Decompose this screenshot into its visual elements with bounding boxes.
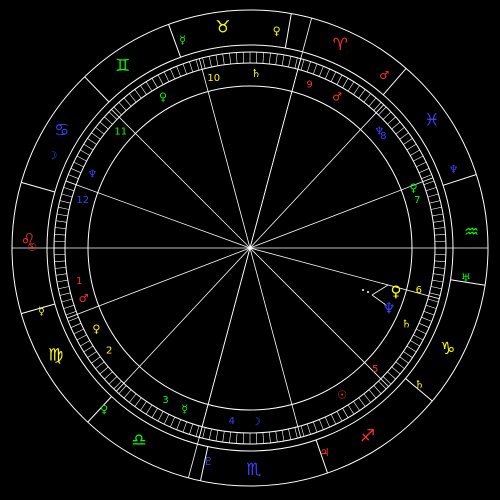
house-7-label: 7 [414, 195, 420, 206]
sign-ruler-glyph: ☉ [27, 241, 37, 254]
chart-background [0, 0, 500, 500]
house-4-label: 4 [229, 416, 235, 427]
planet-pointer-dot [367, 291, 369, 293]
sign-ruler-glyph: ♇ [203, 455, 213, 468]
zodiac-sign-cancer-glyph: ♋ [54, 120, 69, 140]
house-ruler-glyph: ☿ [181, 402, 188, 415]
zodiac-sign-virgo-glyph: ♍ [48, 346, 63, 366]
house-2-label: 2 [106, 345, 112, 356]
zodiac-sign-sagittarius-glyph: ♐ [360, 426, 375, 446]
house-10-label: 10 [207, 73, 220, 84]
house-ruler-glyph: ♂ [332, 90, 342, 103]
sign-ruler-glyph: ♃ [320, 446, 330, 459]
house-ruler-glyph: ♀ [159, 90, 167, 103]
zodiac-sign-capricorn-glyph: ♑ [440, 339, 455, 359]
house-5-label: 5 [372, 364, 378, 375]
sign-ruler-glyph: ♂ [379, 69, 389, 82]
planet-neptune-glyph: ♆ [382, 300, 395, 318]
zodiac-sign-gemini-glyph: ♊ [115, 56, 130, 76]
house-9-label: 9 [306, 80, 312, 91]
zodiac-sign-scorpio-glyph: ♏ [246, 460, 261, 480]
house-ruler-glyph: ♂ [79, 292, 89, 305]
house-12-label: 12 [76, 195, 89, 206]
sign-ruler-glyph: ☽ [47, 149, 57, 162]
zodiac-sign-taurus-glyph: ♉ [215, 18, 230, 38]
zodiac-sign-libra-glyph: ♎ [131, 430, 146, 450]
house-ruler-glyph: ☉ [337, 389, 347, 402]
house-ruler-glyph: ♆ [374, 125, 384, 138]
planet-pointer-dot [362, 289, 364, 291]
house-6-label: 6 [416, 285, 422, 296]
natal-chart-wheel: ♉♈♓♒♑♐♏♎♍♌♋♊ ♀♂♆♅♄♃♇♀☿☉☽☿ 12345678910111… [0, 0, 500, 500]
sign-ruler-glyph: ♆ [449, 163, 459, 176]
sign-ruler-glyph: ♅ [461, 271, 471, 284]
house-ruler-glyph: ♆ [87, 168, 97, 181]
zodiac-sign-pisces-glyph: ♓ [424, 111, 439, 131]
house-ruler-glyph: ♄ [401, 317, 411, 330]
house-ruler-glyph: ♀ [92, 323, 100, 336]
zodiac-sign-aries-glyph: ♈ [333, 35, 348, 55]
sign-ruler-glyph: ♀ [273, 25, 281, 38]
zodiac-sign-aquarius-glyph: ♒ [464, 223, 479, 243]
planet-venus-glyph: ♀ [391, 283, 402, 301]
sign-ruler-glyph: ♀ [100, 403, 108, 416]
house-ruler-glyph: ♀ [409, 182, 417, 195]
house-ruler-glyph: ☽ [251, 415, 261, 428]
sign-ruler-glyph: ☿ [38, 305, 45, 318]
house-3-label: 3 [162, 395, 168, 406]
house-11-label: 11 [114, 127, 127, 138]
sign-ruler-glyph: ☿ [179, 34, 186, 47]
sign-ruler-glyph: ♄ [414, 378, 424, 391]
house-1-label: 1 [76, 276, 82, 287]
house-ruler-glyph: ♄ [251, 67, 261, 80]
